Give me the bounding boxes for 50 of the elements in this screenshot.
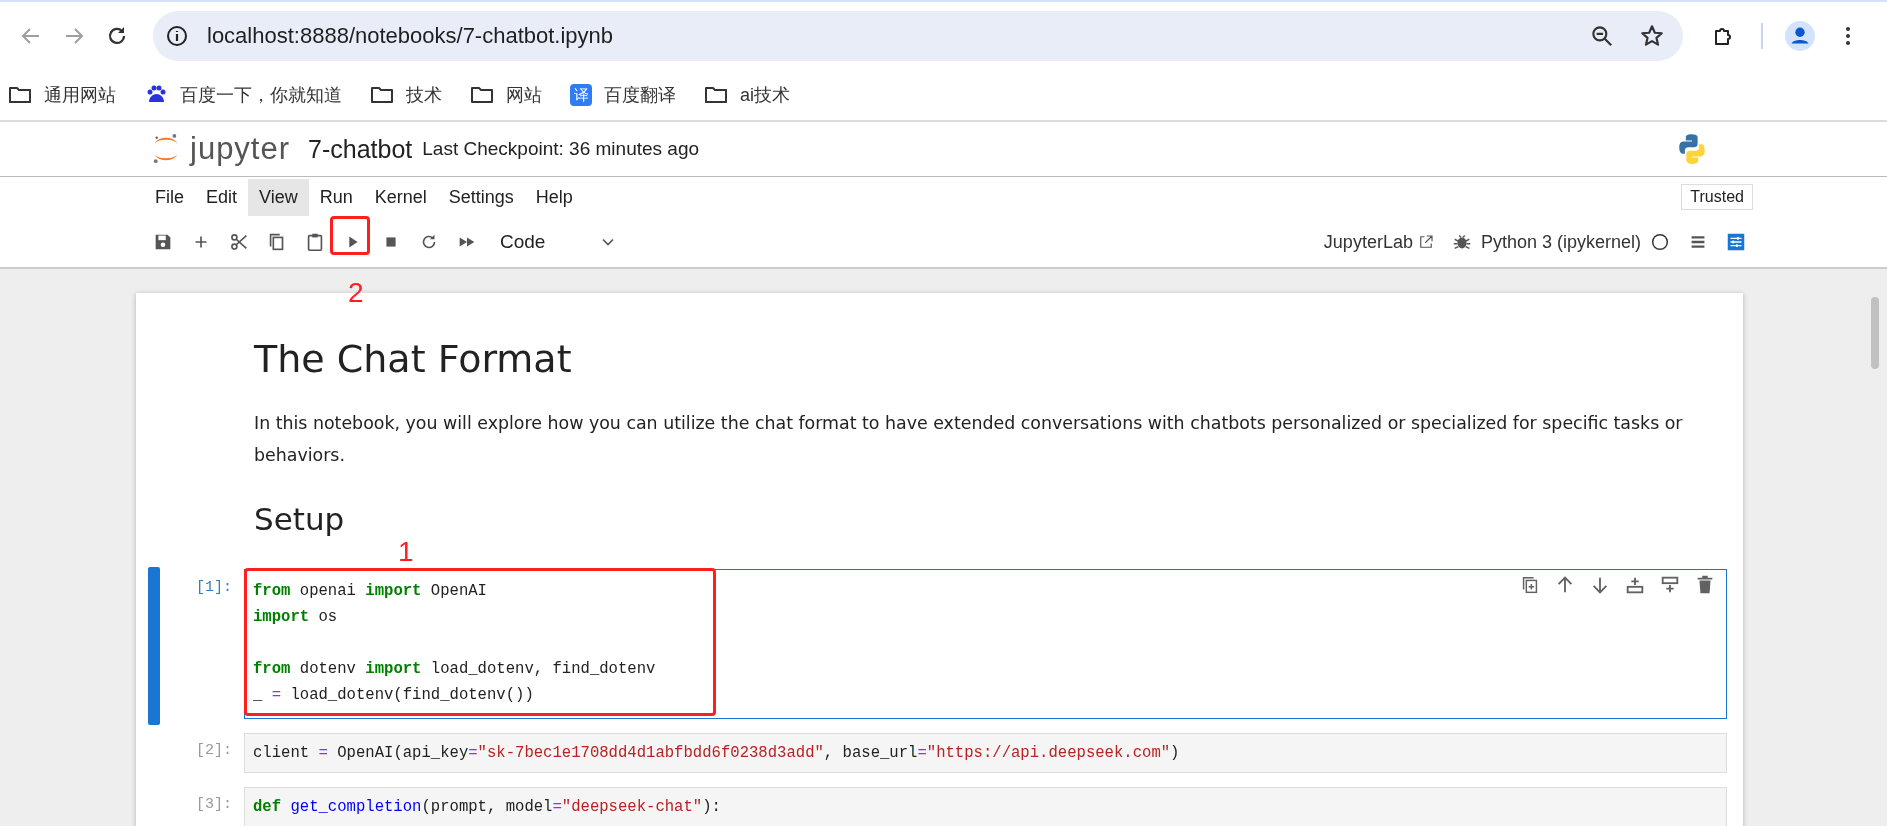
intro-paragraph: In this notebook, you will explore how you can utilize the chat format to have extended conversations with chatbots personalized or specialized for specific tasks or behaviors.	[254, 412, 1684, 467]
notebook-heading: The Chat Format	[254, 337, 573, 381]
profile-avatar-icon[interactable]	[1785, 21, 1815, 51]
trusted-indicator[interactable]: Trusted	[1681, 184, 1753, 210]
kernel-status-icon	[1649, 231, 1671, 253]
code-cell[interactable]: def get_completion(prompt, model="deepseek-chat"):	[244, 787, 1727, 826]
star-icon[interactable]	[1639, 23, 1665, 49]
more-menu-icon[interactable]	[1845, 24, 1851, 48]
jupyterlab-link[interactable]: JupyterLab	[1323, 231, 1413, 253]
menu-item[interactable]: Edit	[195, 178, 249, 216]
kernel-name[interactable]: Python 3 (ipykernel)	[1480, 231, 1641, 253]
url-text: localhost:8888/notebooks/7-chatbot.ipynb	[207, 23, 614, 49]
settings-icon[interactable]	[1725, 231, 1747, 253]
menu-item[interactable]: Run	[308, 178, 364, 216]
annotation-number: 1	[398, 538, 414, 566]
zoom-out-icon[interactable]	[1589, 23, 1615, 49]
menu-item[interactable]: Kernel	[363, 178, 438, 216]
bookmark-item[interactable]: ai技术	[704, 83, 790, 107]
notebook-name[interactable]: 7-chatbot	[308, 134, 413, 164]
section-heading: Setup	[254, 501, 346, 537]
code-cell[interactable]: from openai import OpenAI import os from dotenv import load_dotenv, find_dotenv _ = load_dotenv(find_dotenv())	[244, 569, 1727, 719]
bookmark-item[interactable]: 百度一下，你就知道	[144, 83, 342, 107]
code-cell[interactable]: client = OpenAI(api_key="sk-7bec1e1708dd4d1abfbdd6f0238d3add", base_url="https://api.deepseek.com")	[244, 733, 1727, 773]
code-line: from openai import OpenAI	[253, 581, 487, 602]
cell-prompt: [2]:	[195, 741, 233, 761]
menu-item[interactable]: View	[248, 178, 309, 216]
jupyter-logo[interactable]: jupyter	[152, 131, 291, 167]
address-bar[interactable]: localhost:8888/notebooks/7-chatbot.ipynb	[153, 11, 1683, 61]
bookmark-item[interactable]: 通用网站	[8, 83, 116, 107]
code-line: _ = load_dotenv(find_dotenv())	[253, 685, 534, 706]
annotation-number: 2	[348, 279, 364, 307]
code-line: from dotenv import load_dotenv, find_dotenv	[253, 659, 656, 680]
bookmark-item[interactable]: 网站	[470, 83, 542, 107]
cell-prompt: [3]:	[195, 795, 233, 815]
menu-item[interactable]: File	[144, 178, 195, 216]
code-line: def get_completion(prompt, model="deepseek-chat"):	[253, 797, 721, 818]
checkpoint-status: Last Checkpoint: 36 minutes ago	[422, 138, 700, 160]
bookmark-item[interactable]: 译 百度翻译	[570, 83, 676, 107]
cut-icon[interactable]	[228, 231, 250, 253]
info-icon[interactable]	[165, 24, 189, 48]
code-line: client = OpenAI(api_key="sk-7bec1e1708dd4d1abfbdd6f0238d3add", base_url="https://api.deepseek.com")	[253, 743, 1180, 764]
code-line: import os	[253, 607, 338, 628]
scrollbar-thumb[interactable]	[1871, 297, 1879, 369]
bookmark-item[interactable]: 技术	[370, 83, 442, 107]
cell-prompt: [1]:	[195, 578, 233, 598]
cell-type-dropdown[interactable]: Code	[500, 231, 618, 253]
highlight-frame	[330, 216, 370, 255]
translate-icon: 译	[570, 84, 592, 106]
menu-item[interactable]: Help	[524, 178, 584, 216]
menu-item[interactable]: Settings	[437, 178, 525, 216]
